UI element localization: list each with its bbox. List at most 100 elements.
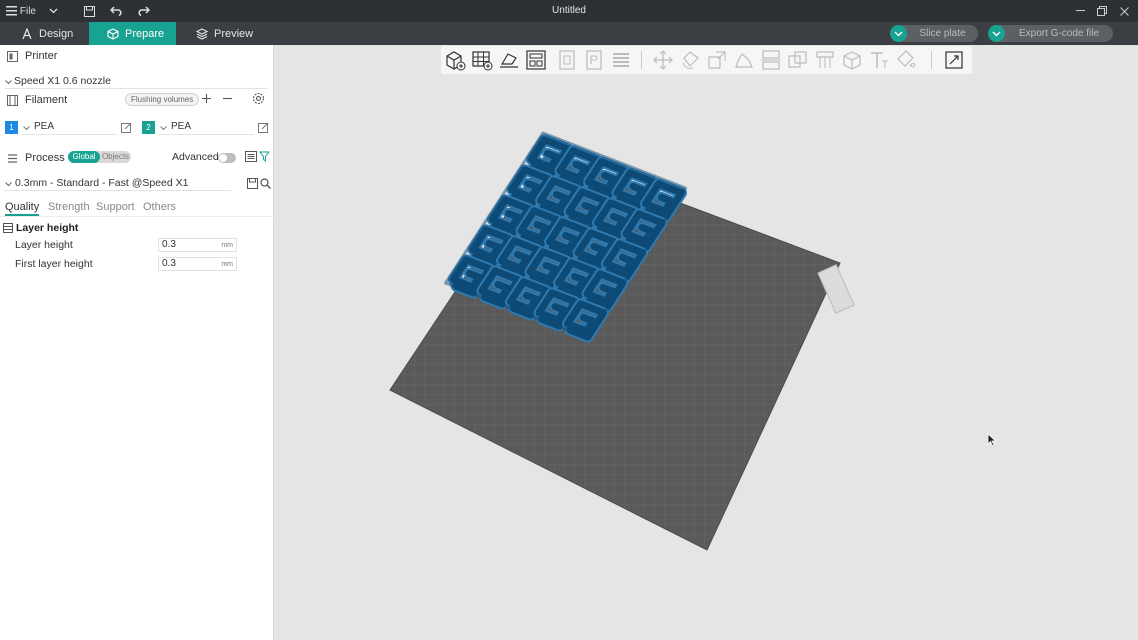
slice-plate-button[interactable]: Slice plate [890,25,978,42]
save-icon [83,5,95,17]
edit-filament-2-button[interactable] [258,122,269,136]
undo-button[interactable] [108,0,124,22]
export-dropdown-toggle[interactable] [988,25,1005,42]
filament-slot-1-name: PEA [34,121,55,132]
search-settings-button[interactable] [260,178,271,192]
title-bar: Untitled File [0,0,1138,22]
close-button[interactable] [1116,0,1132,22]
subtab-support[interactable]: Support [96,201,135,213]
tab-design[interactable]: Design [10,22,89,45]
minimize-button[interactable] [1072,0,1088,22]
advanced-toggle[interactable] [218,153,236,163]
layer-height-value: 0.3 [162,239,176,250]
design-icon [22,27,32,39]
model-scene[interactable] [275,45,1138,640]
first-layer-height-label: First layer height [15,258,93,270]
filament-icon [7,94,18,106]
gear-icon [252,92,265,105]
scope-objects-option[interactable]: Objects [100,151,131,163]
mouse-cursor-icon [987,433,997,447]
printer-select-value: Speed X1 0.6 nozzle [14,75,111,87]
layers-group-icon [3,223,13,233]
chevron-down-icon [5,80,12,85]
process-profile-value: 0.3mm - Standard - Fast @Speed X1 [15,177,189,189]
subtab-quality[interactable]: Quality [5,201,40,216]
filament-slot-1-number: 1 [9,123,14,132]
tab-preview-label: Preview [214,27,254,40]
close-icon [1119,6,1129,16]
window-title: Untitled [552,5,586,16]
minimize-icon [1075,10,1085,11]
process-scope-switch[interactable]: Global Objects [68,151,131,163]
export-gcode-button[interactable]: Export G-code file [988,25,1113,42]
chevron-down-icon [160,126,167,131]
slice-dropdown-toggle[interactable] [890,25,907,42]
remove-filament-button[interactable] [222,92,234,106]
tab-preview[interactable]: Preview [185,22,265,45]
layer-height-label: Layer height [15,239,73,251]
filament-section-title: Filament [25,94,68,106]
process-icon [8,153,17,163]
process-profile-select[interactable]: 0.3mm - Standard - Fast @Speed X1 [5,177,231,191]
filament-settings-button[interactable] [252,92,266,106]
filament-slot-1-select[interactable]: PEA [22,121,117,135]
process-subtabs: Quality Strength Support Others [0,201,274,217]
chevron-down-icon [992,31,1001,36]
redo-icon [138,6,150,16]
filter-icon [258,151,271,162]
process-section-title: Process [25,152,65,164]
restore-icon [1097,6,1107,16]
layer-height-group-title: Layer height [16,222,79,234]
file-menu-button[interactable]: File [6,0,36,22]
subtab-strength[interactable]: Strength [48,201,90,213]
printer-section-title: Printer [25,50,58,62]
add-filament-button[interactable] [201,92,213,106]
tab-prepare[interactable]: Prepare [89,22,176,45]
layer-height-input[interactable]: 0.3 mm [158,238,237,252]
save-profile-button[interactable] [247,178,258,192]
plus-icon [202,94,211,103]
edit-filament-1-button[interactable] [121,122,132,136]
chevron-down-icon [5,182,12,187]
slice-plate-label: Slice plate [919,28,966,39]
printer-icon [7,50,18,62]
flushing-volumes-button[interactable]: Flushing volumes [125,93,200,106]
cube-icon [107,27,119,40]
undo-icon [109,6,121,16]
subtab-others[interactable]: Others [143,201,176,213]
first-layer-height-input[interactable]: 0.3 mm [158,257,237,271]
layers-icon [196,27,208,40]
advanced-label: Advanced [172,151,219,163]
chevron-down-icon [49,8,57,14]
first-layer-height-value: 0.3 [162,258,176,269]
filament-slot-2-badge[interactable]: 2 [142,121,155,134]
process-filter-button[interactable] [258,151,271,165]
file-menu-label: File [19,5,36,17]
filament-slot-2-select[interactable]: PEA [159,121,254,135]
layer-height-unit: mm [221,242,233,249]
first-layer-height-unit: mm [221,261,233,268]
edit-icon [121,122,132,133]
list-view-icon [245,151,257,162]
menu-dropdown-button[interactable] [45,0,61,22]
printer-section-header: Printer [0,49,274,63]
edit-icon [258,122,269,133]
search-icon [260,178,271,189]
layer-height-group-header: Layer height [0,221,274,235]
main-tab-bar: Design Prepare Preview Slice plate Expor… [0,22,1138,45]
hamburger-icon [6,6,17,16]
redo-button[interactable] [135,0,151,22]
filament-slot-1-badge[interactable]: 1 [5,121,18,134]
save-icon [247,178,258,189]
filament-slot-2-number: 2 [146,123,151,132]
process-compare-button[interactable] [245,151,257,165]
save-button[interactable] [81,0,97,22]
3d-viewport[interactable] [275,45,1138,640]
settings-sidebar: Printer Speed X1 0.6 nozzle Filament Flu… [0,45,274,640]
restore-button[interactable] [1094,0,1110,22]
scope-global-option[interactable]: Global [68,151,100,163]
export-gcode-label: Export G-code file [1018,28,1100,39]
chevron-down-icon [894,31,903,36]
tab-design-label: Design [39,27,74,40]
printer-select[interactable]: Speed X1 0.6 nozzle [5,75,268,89]
